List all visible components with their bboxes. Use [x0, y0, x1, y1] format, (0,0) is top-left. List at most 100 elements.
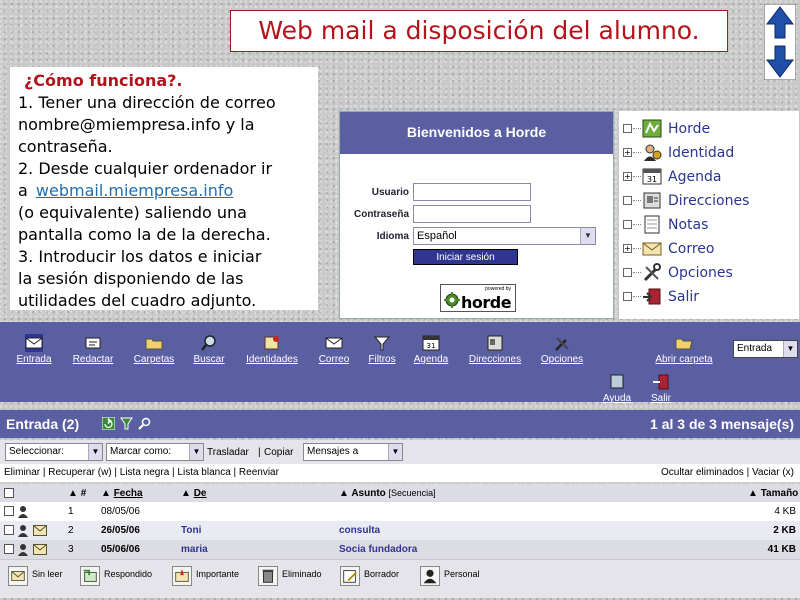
- tree-item-notas[interactable]: Notas: [623, 214, 798, 236]
- row-from[interactable]: Toni: [181, 525, 201, 536]
- tree-item-agenda[interactable]: + 31 Agenda: [623, 166, 798, 188]
- separator: |: [258, 447, 261, 458]
- toolbar-open-folder-button[interactable]: Abrir carpeta: [644, 334, 724, 374]
- tree-expander[interactable]: +: [623, 172, 632, 181]
- row-number: 3: [68, 544, 74, 555]
- toolbar-calendar-button[interactable]: 31 Agenda: [408, 334, 454, 374]
- toolbar-search-button[interactable]: Buscar: [186, 334, 232, 374]
- toolbar-folders-button[interactable]: Carpetas: [126, 334, 182, 374]
- toolbar-help-button[interactable]: Ayuda: [596, 373, 638, 413]
- select-dropdown[interactable]: Seleccionar: ▼: [5, 443, 103, 461]
- row-subject[interactable]: consulta: [339, 525, 380, 536]
- language-select[interactable]: Español ▼: [413, 227, 596, 245]
- toolbar-inbox-button[interactable]: Entrada: [10, 334, 58, 374]
- tree-expander[interactable]: +: [623, 148, 632, 157]
- folder-icon: [145, 338, 163, 350]
- mailbox-select[interactable]: Entrada ▼: [733, 340, 798, 358]
- chevron-down-icon: ▼: [580, 228, 595, 244]
- target-folder-dropdown[interactable]: Mensajes a ▼: [303, 443, 403, 461]
- move-link[interactable]: Trasladar: [207, 447, 249, 458]
- toolbar-options-button[interactable]: Opciones: [534, 334, 590, 374]
- message-table-header: ▲ # ▲ Fecha ▲ De ▲ Asunto [Secuencia] ▲ …: [0, 484, 800, 502]
- row-subject[interactable]: Socia fundadora: [339, 544, 417, 555]
- tree-expander[interactable]: +: [623, 244, 632, 253]
- copy-link[interactable]: Copiar: [264, 447, 293, 458]
- search-icon[interactable]: [138, 417, 151, 430]
- toolbar-logout-button[interactable]: Salir: [644, 373, 678, 413]
- thread-link[interactable]: [Secuencia]: [389, 488, 436, 498]
- explanation-line: pantalla como la de la derecha.: [18, 225, 271, 244]
- webmail-toolbar: Entrada Redactar Carpetas Buscar Identid…: [0, 322, 800, 404]
- delete-actions-links[interactable]: Eliminar | Recuperar (w) | Lista negra |…: [4, 467, 279, 478]
- row-date: 05/06/06: [101, 544, 140, 555]
- toolbar-addresses-button[interactable]: Direcciones: [460, 334, 530, 374]
- mark-as-dropdown[interactable]: Marcar como: ▼: [106, 443, 204, 461]
- table-row[interactable]: 1 08/05/06 4 KB: [0, 502, 800, 521]
- refresh-icon[interactable]: [102, 417, 115, 430]
- tree-item-salir[interactable]: Salir: [623, 286, 798, 308]
- toolbar-label: Buscar: [193, 354, 225, 365]
- welcome-title: Bienvenidos a Horde: [340, 112, 613, 154]
- svg-text:31: 31: [427, 342, 436, 350]
- table-row[interactable]: 2 26/05/06 Toni consulta 2 KB: [0, 521, 800, 540]
- toolbar-identities-button[interactable]: Identidades: [238, 334, 306, 374]
- toolbar-mail-button[interactable]: Correo: [312, 334, 356, 374]
- row-checkbox[interactable]: [4, 544, 14, 554]
- password-row: Contraseña: [340, 205, 615, 225]
- webmail-link[interactable]: webmail.miempresa.info: [33, 181, 236, 200]
- filter-icon[interactable]: [120, 417, 133, 430]
- select-dropdown-value: Seleccionar:: [9, 446, 65, 457]
- tree-item-label: Agenda: [668, 169, 722, 185]
- calendar-icon: 31: [642, 168, 662, 185]
- sort-subject-header[interactable]: ▲ Asunto [Secuencia]: [339, 488, 436, 499]
- toolbar-compose-button[interactable]: Redactar: [66, 334, 120, 374]
- tree-expander[interactable]: [623, 124, 632, 133]
- tree-item-direcciones[interactable]: Direcciones: [623, 190, 798, 212]
- explanation-line: la sesión disponiendo de las: [18, 269, 244, 288]
- filter-icon: [373, 336, 391, 351]
- unread-mail-icon: [33, 544, 47, 555]
- login-button[interactable]: Iniciar sesión: [413, 249, 518, 265]
- tree-expander[interactable]: [623, 292, 632, 301]
- row-date: 08/05/06: [101, 506, 140, 517]
- row-number: 2: [68, 525, 74, 536]
- tree-item-identidad[interactable]: + Identidad: [623, 142, 798, 164]
- personal-icon: [18, 525, 28, 537]
- tree-item-opciones[interactable]: Opciones: [623, 262, 798, 284]
- table-row[interactable]: 3 05/06/06 maria Socia fundadora 41 KB: [0, 540, 800, 559]
- tree-item-horde[interactable]: Horde: [623, 118, 798, 140]
- sort-date-header[interactable]: ▲ Fecha: [101, 488, 143, 499]
- hide-purge-links[interactable]: Ocultar eliminados | Vaciar (x): [661, 467, 794, 478]
- password-label: Contraseña: [353, 209, 409, 220]
- explanation-line: utilidades del cuadro adjunto.: [18, 291, 257, 310]
- mail-icon: [642, 242, 662, 256]
- tree-expander[interactable]: [623, 268, 632, 277]
- header-label: De: [193, 488, 207, 499]
- explanation-box: ¿Cómo funciona?. 1. Tener una dirección …: [10, 67, 318, 310]
- up-down-arrows-icon[interactable]: [764, 4, 796, 80]
- tree-expander[interactable]: [623, 220, 632, 229]
- password-input[interactable]: [413, 205, 531, 223]
- tree-expander[interactable]: [623, 196, 632, 205]
- sort-from-header[interactable]: ▲ De: [181, 488, 206, 499]
- tree-item-correo[interactable]: + Correo: [623, 238, 798, 260]
- row-from[interactable]: maria: [181, 544, 208, 555]
- identities-icon: [264, 336, 279, 350]
- row-checkbox[interactable]: [4, 525, 14, 535]
- legend-label: Sin leer: [32, 569, 63, 579]
- horde-brand-text: horde: [461, 293, 512, 312]
- options-icon: [643, 263, 661, 282]
- sort-size-header[interactable]: ▲ Tamaño: [748, 488, 798, 499]
- select-all-checkbox[interactable]: [4, 488, 14, 498]
- username-input[interactable]: [413, 183, 531, 201]
- tree-item-label: Correo: [668, 241, 715, 257]
- legend-label: Borrador: [364, 569, 400, 579]
- row-checkbox[interactable]: [4, 506, 14, 516]
- tree-item-label: Notas: [668, 217, 709, 233]
- mark-dropdown-value: Marcar como:: [110, 446, 172, 457]
- sort-number-header[interactable]: ▲ #: [68, 488, 86, 499]
- horde-menu-tree: Horde + Identidad + 31 Agenda Direccione…: [619, 111, 799, 319]
- language-label: Idioma: [376, 231, 409, 242]
- horde-gear-icon: [444, 292, 460, 308]
- toolbar-filters-button[interactable]: Filtros: [362, 334, 402, 374]
